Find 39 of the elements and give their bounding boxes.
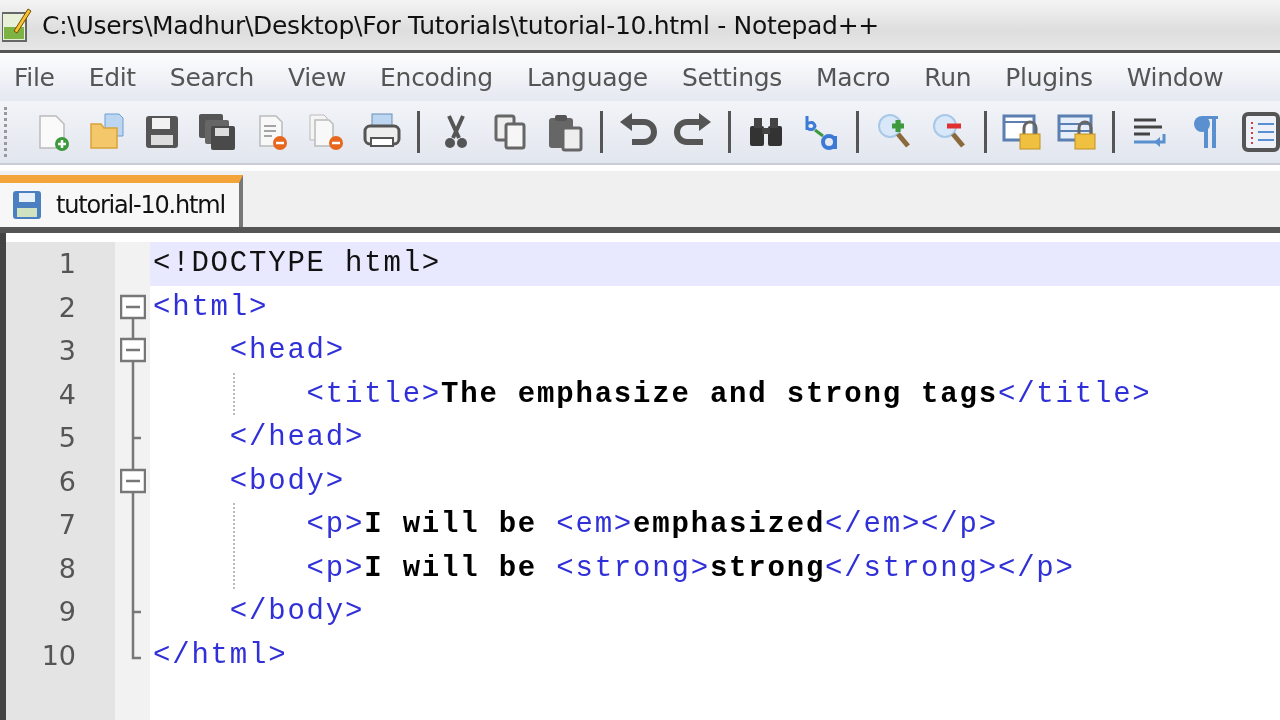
line-number: 3 <box>6 329 115 373</box>
code-line: <body> <box>228 463 346 500</box>
lock-panel-icon[interactable] <box>1057 112 1097 152</box>
line-number: 1 <box>6 242 115 286</box>
menu-item[interactable]: Settings <box>681 62 798 92</box>
line-number: 5 <box>6 416 115 460</box>
lock-window-icon[interactable] <box>1002 112 1042 152</box>
code-line: <p>I will be <em>emphasized</em></p> <box>305 507 998 543</box>
menu-item[interactable]: Plugins <box>1005 62 1108 92</box>
menu-item[interactable]: Edit <box>88 62 151 92</box>
file-tab[interactable]: tutorial-10.html <box>0 175 243 227</box>
menu-item[interactable]: View <box>287 62 362 92</box>
panel-icon[interactable] <box>1240 112 1280 152</box>
line-number: 2 <box>6 285 115 329</box>
line-number: 9 <box>6 590 115 634</box>
line-number: 6 <box>6 459 115 503</box>
save-all-icon[interactable] <box>197 112 237 152</box>
code-line: <html> <box>153 289 269 326</box>
line-number: 8 <box>6 546 115 590</box>
code-line: <p>I will be <strong>strong</strong></p> <box>305 550 1075 587</box>
code-line: </head> <box>228 420 365 456</box>
window-title: C:\Users\Madhur\Desktop\For Tutorials\tutorial-10.html - Notepad++ <box>42 10 879 40</box>
code-line: <head> <box>228 333 346 369</box>
menu-item[interactable]: Search <box>169 62 269 92</box>
menu-item[interactable]: Window <box>1126 62 1239 92</box>
code-line: <!DOCTYPE html> <box>153 246 442 282</box>
app-icon <box>2 7 32 43</box>
code-line: <title>The emphasize and strong tags</title> <box>305 376 1152 413</box>
line-number: 7 <box>6 503 115 547</box>
code-line: </body> <box>228 594 365 630</box>
line-number: 4 <box>6 372 115 416</box>
menu-item[interactable]: File <box>14 62 70 92</box>
menu-item[interactable]: Run <box>924 62 987 92</box>
menu-item[interactable]: Encoding <box>380 62 508 92</box>
menu-item[interactable]: Macro <box>816 62 906 92</box>
line-number: 10 <box>6 633 115 677</box>
code-line: </html> <box>153 637 288 674</box>
menu-item[interactable]: Language <box>526 62 663 92</box>
save-icon <box>12 190 42 220</box>
